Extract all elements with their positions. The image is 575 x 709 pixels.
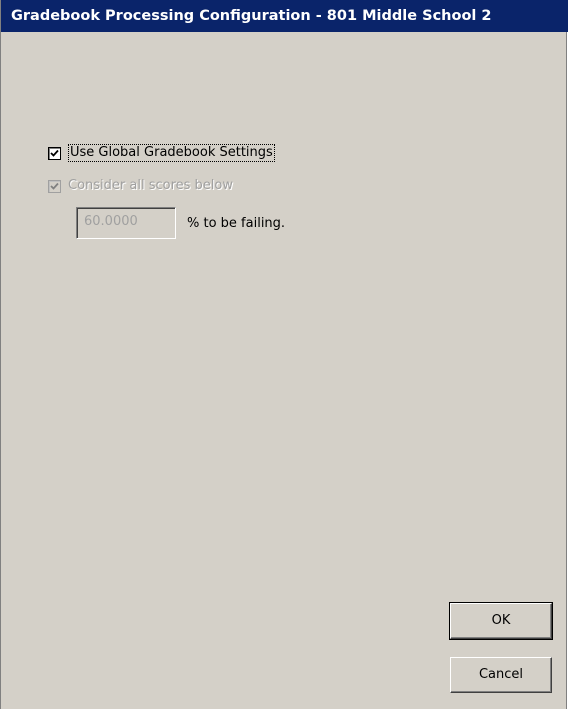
failing-threshold-input: 60.0000	[76, 207, 176, 239]
cancel-button[interactable]: Cancel	[450, 657, 552, 693]
checkmark-icon	[50, 149, 59, 157]
window-title: Gradebook Processing Configuration - 801…	[11, 8, 492, 24]
use-global-settings-option[interactable]: Use Global Gradebook Settings	[48, 144, 275, 162]
failing-threshold-suffix: % to be failing.	[187, 216, 286, 231]
title-bar[interactable]: Gradebook Processing Configuration - 801…	[1, 0, 568, 32]
ok-button[interactable]: OK	[449, 602, 553, 640]
checkmark-icon	[50, 182, 59, 190]
consider-scores-label: Consider all scores below	[68, 178, 233, 193]
consider-scores-option: Consider all scores below	[48, 178, 233, 194]
consider-scores-checkbox	[48, 179, 61, 193]
use-global-settings-label: Use Global Gradebook Settings	[68, 144, 275, 162]
use-global-settings-checkbox[interactable]	[48, 146, 61, 160]
dialog-window: Gradebook Processing Configuration - 801…	[0, 0, 568, 709]
